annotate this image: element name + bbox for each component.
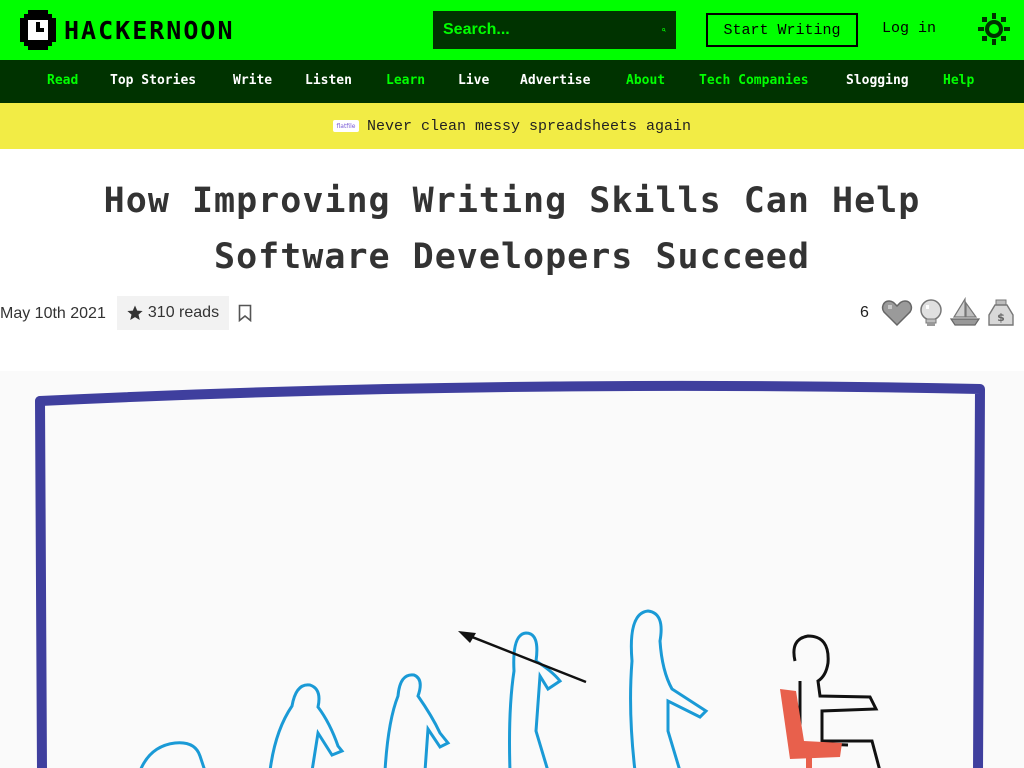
search-input[interactable] [443, 21, 662, 39]
money-bag-icon[interactable]: $ [985, 297, 1017, 329]
nav-item-learn[interactable]: Learn [386, 73, 425, 88]
evolution-illustration [35, 380, 985, 768]
article-title-line-2: Software Developers Succeed [214, 237, 810, 277]
nav-item-listen[interactable]: Listen [305, 73, 352, 88]
logo-icon [20, 10, 56, 50]
star-icon [127, 305, 143, 320]
sponsor-banner[interactable]: flatfile Never clean messy spreadsheets … [0, 103, 1024, 149]
article-meta: May 10th 2021 310 reads 6 $ [0, 285, 1024, 345]
nav-item-read[interactable]: Read [47, 73, 78, 88]
top-bar: HACKERNOON Start Writing Log in [0, 0, 1024, 60]
sponsor-logo: flatfile [332, 120, 359, 132]
article-title: How Improving Writing Skills Can Help So… [0, 173, 1024, 285]
start-writing-button[interactable]: Start Writing [706, 13, 858, 47]
lightbulb-icon[interactable] [915, 297, 947, 329]
publish-date: May 10th 2021 [0, 305, 106, 322]
hero-image [0, 371, 1024, 768]
svg-text:$: $ [997, 311, 1005, 324]
reads-count: 310 reads [147, 304, 220, 321]
nav-item-slogging[interactable]: Slogging [846, 73, 909, 88]
logo-text: HACKERNOON [64, 15, 235, 45]
nav-item-tech-companies[interactable]: Tech Companies [699, 73, 809, 88]
nav-item-live[interactable]: Live [458, 73, 489, 88]
nav-item-top-stories[interactable]: Top Stories [110, 73, 196, 88]
nav-bar: Read Top Stories Write Listen Learn Live… [0, 60, 1024, 103]
sun-icon[interactable] [978, 13, 1010, 45]
nav-item-advertise[interactable]: Advertise [520, 73, 590, 88]
nav-item-help[interactable]: Help [943, 73, 974, 88]
reads-badge: 310 reads [117, 296, 229, 330]
bookmark-icon[interactable] [238, 304, 252, 322]
search-icon[interactable] [662, 20, 666, 40]
nav-item-about[interactable]: About [626, 73, 665, 88]
nav-item-write[interactable]: Write [233, 73, 272, 88]
boat-icon[interactable] [949, 297, 981, 329]
logo[interactable]: HACKERNOON [20, 10, 235, 50]
banner-text[interactable]: Never clean messy spreadsheets again [367, 118, 691, 135]
article-header: How Improving Writing Skills Can Help So… [0, 149, 1024, 285]
heart-icon[interactable] [881, 297, 913, 329]
login-link[interactable]: Log in [882, 20, 936, 37]
reaction-count: 6 [860, 304, 869, 321]
article-title-line-1: How Improving Writing Skills Can Help [103, 181, 921, 221]
search-box[interactable] [433, 11, 676, 49]
